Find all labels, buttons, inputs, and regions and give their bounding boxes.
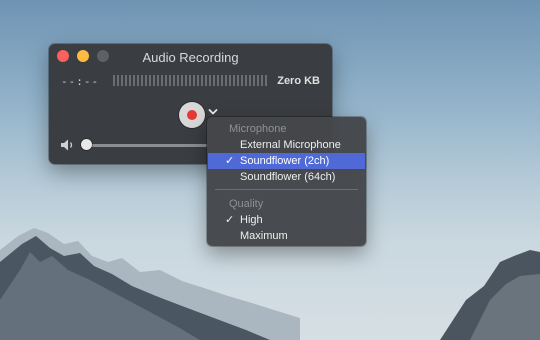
menu-item-label: High xyxy=(240,214,263,226)
menu-item-maximum[interactable]: Maximum xyxy=(208,228,365,244)
checkmark-icon: ✓ xyxy=(225,214,235,226)
record-icon xyxy=(187,110,197,120)
options-menu: Microphone External Microphone ✓ Soundfl… xyxy=(207,117,366,246)
menu-section-header-microphone: Microphone xyxy=(229,123,287,135)
menu-separator xyxy=(215,189,358,190)
menu-item-high[interactable]: ✓ High xyxy=(208,212,365,228)
menu-item-label: Soundflower (2ch) xyxy=(240,155,330,167)
menu-item-label: External Microphone xyxy=(240,139,341,151)
volume-slider[interactable] xyxy=(87,144,207,147)
elapsed-time: --:-- xyxy=(61,75,100,88)
menu-item-label: Soundflower (64ch) xyxy=(240,171,336,183)
audio-level-meter xyxy=(113,75,268,86)
menu-item-external-microphone[interactable]: External Microphone xyxy=(208,137,365,153)
menu-section-header-quality: Quality xyxy=(229,198,264,210)
menu-item-soundflower-2ch[interactable]: ✓ Soundflower (2ch) xyxy=(208,153,365,169)
checkmark-icon: ✓ xyxy=(225,155,235,167)
menu-item-label: Maximum xyxy=(240,230,288,242)
volume-slider-knob[interactable] xyxy=(81,139,92,150)
speaker-icon xyxy=(61,139,73,151)
window-title: Audio Recording xyxy=(142,50,239,65)
record-button[interactable] xyxy=(179,102,205,128)
menu-item-soundflower-64ch[interactable]: Soundflower (64ch) xyxy=(208,169,365,185)
file-size: Zero KB xyxy=(277,75,320,87)
